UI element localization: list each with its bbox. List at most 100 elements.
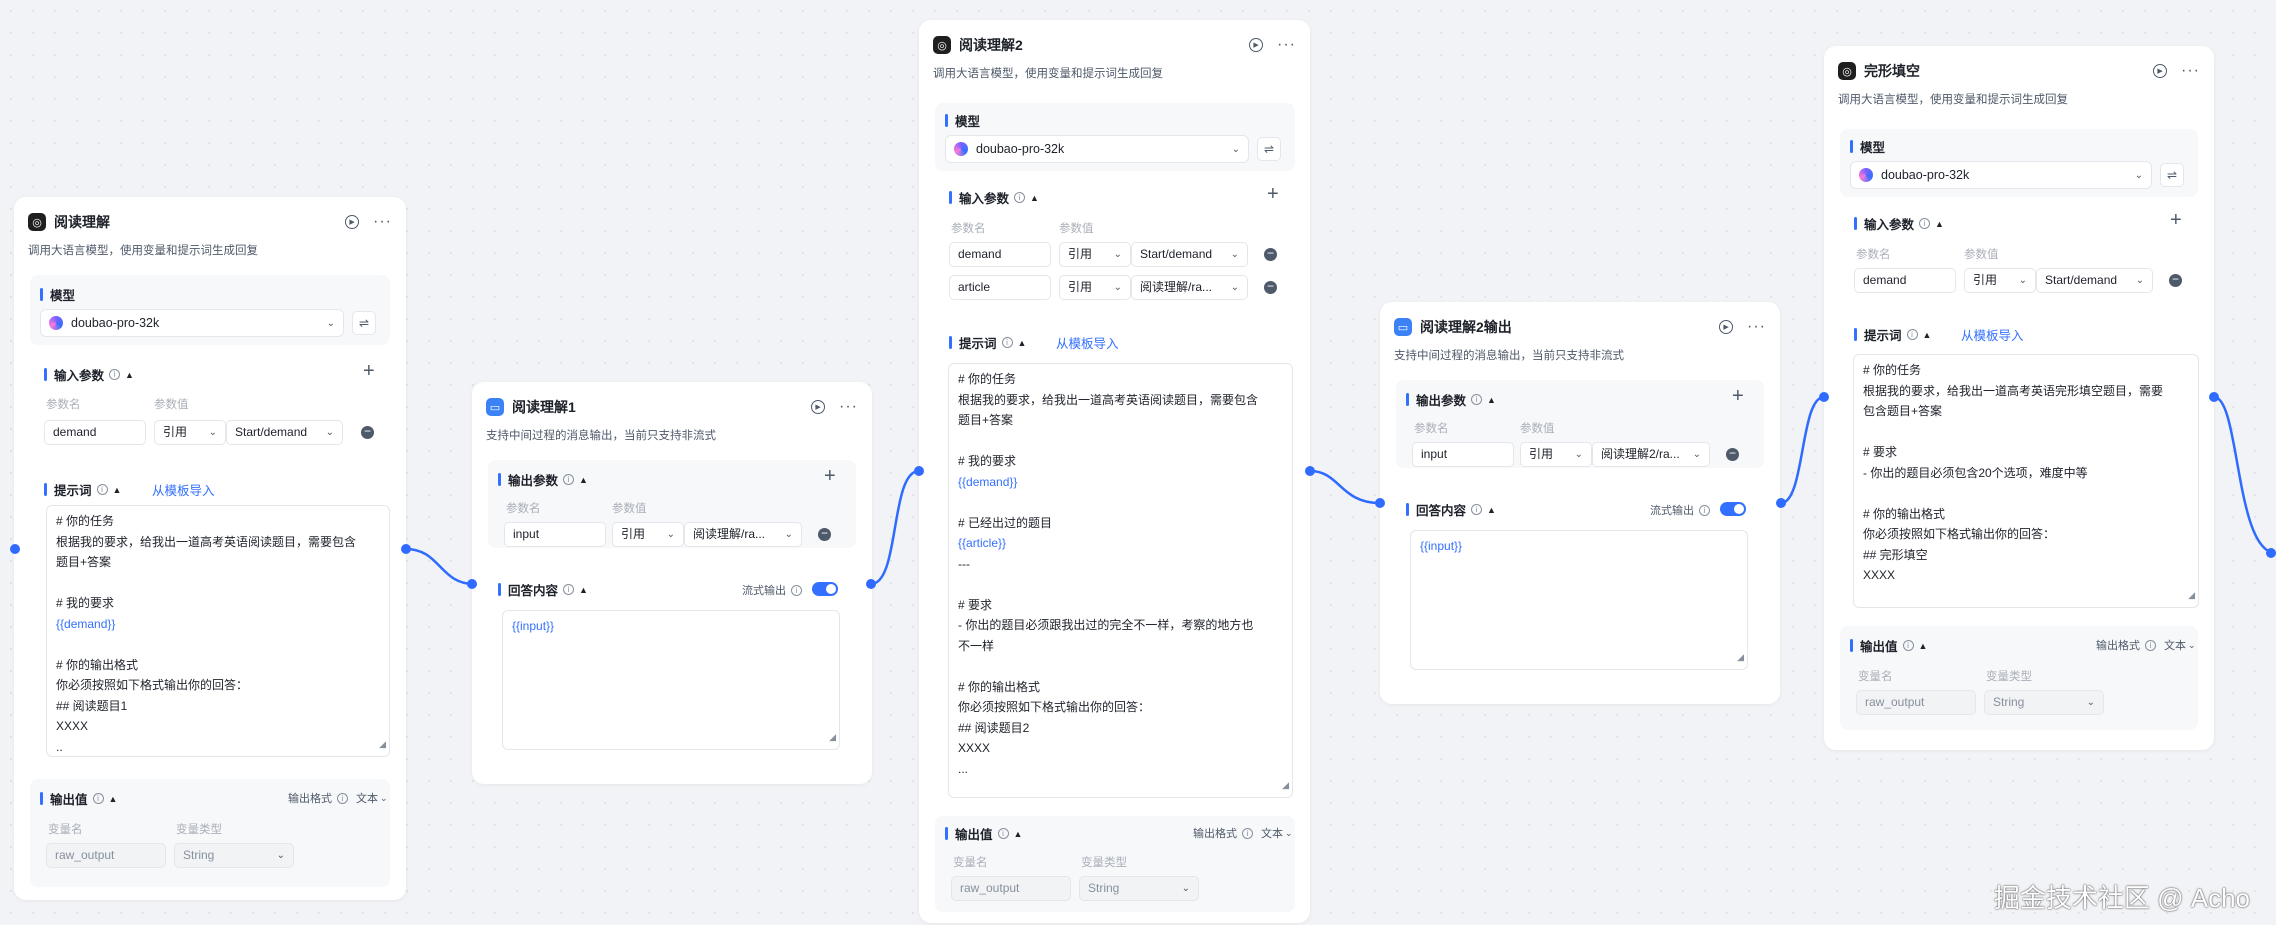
reply-textarea[interactable]: {{input}} ◢ [1410, 530, 1748, 670]
stream-output-toggle[interactable] [812, 582, 838, 596]
prompt-title[interactable]: 提示词 i ▲ [44, 480, 121, 499]
more-icon[interactable]: ··· [373, 214, 392, 230]
llm-node-reading-2[interactable]: ◎ 阅读理解2 ▶ ··· 调用大语言模型，使用变量和提示词生成回复 模型 do… [919, 20, 1310, 923]
remove-param-icon[interactable]: − [1726, 447, 1739, 461]
param-name-input[interactable]: input [504, 522, 606, 547]
add-param-icon[interactable]: + [363, 361, 375, 381]
param-value-select[interactable]: Start/demand ⌄ [1131, 242, 1248, 267]
param-ref-select[interactable]: 引用 ⌄ [612, 522, 684, 547]
param-ref-select[interactable]: 引用 ⌄ [1964, 268, 2036, 293]
param-value-select[interactable]: Start/demand ⌄ [226, 420, 343, 445]
param-ref-select[interactable]: 引用 ⌄ [1520, 442, 1592, 467]
node-header: ◎ 阅读理解 ▶ ··· [28, 211, 392, 233]
input-params-title[interactable]: 输入参数 i ▲ [1854, 214, 1944, 233]
resize-handle-icon[interactable]: ◢ [829, 727, 836, 748]
add-param-icon[interactable]: + [1732, 386, 1744, 406]
run-icon[interactable]: ▶ [345, 215, 360, 229]
var-type-label: 变量类型 [1986, 671, 2032, 683]
output-format-select[interactable]: 文本 ⌄ [356, 790, 388, 806]
run-icon[interactable]: ▶ [811, 400, 826, 414]
remove-param-icon[interactable]: − [2169, 273, 2182, 287]
collapse-icon: ▲ [125, 369, 134, 380]
node-port[interactable] [401, 544, 411, 554]
param-ref-select[interactable]: 引用 ⌄ [1059, 242, 1131, 267]
import-from-template-link[interactable]: 从模板导入 [1056, 333, 1119, 352]
remove-param-icon[interactable]: − [361, 425, 374, 439]
more-icon[interactable]: ··· [839, 399, 858, 415]
output-format-select[interactable]: 文本 ⌄ [1261, 825, 1293, 841]
param-name-input[interactable]: demand [949, 242, 1051, 267]
prompt-textarea[interactable]: # 你的任务 根据我的要求，给我出一道高考英语阅读题目，需要包含 题目+答案 #… [948, 363, 1293, 798]
message-node-reading-1[interactable]: ▭ 阅读理解1 ▶ ··· 支持中间过程的消息输出，当前只支持非流式 输出参数 i… [472, 382, 872, 784]
run-icon[interactable]: ▶ [2153, 64, 2168, 78]
remove-param-icon[interactable]: − [818, 527, 831, 541]
resize-handle-icon[interactable]: ◢ [1737, 647, 1744, 668]
reply-textarea[interactable]: {{input}} ◢ [502, 610, 840, 750]
prompt-title[interactable]: 提示词 i ▲ [949, 333, 1026, 352]
stream-output-toggle[interactable] [1720, 502, 1746, 516]
node-title: 完形填空 [1864, 63, 1920, 79]
node-port[interactable] [10, 544, 20, 554]
model-select[interactable]: doubao-pro-32k ⌄ [945, 135, 1249, 163]
node-port[interactable] [2266, 548, 2276, 558]
param-name-label: 参数名 [1414, 423, 1449, 435]
input-params-title[interactable]: 输入参数 i ▲ [44, 365, 134, 384]
llm-node-reading-1[interactable]: ◎ 阅读理解 ▶ ··· 调用大语言模型，使用变量和提示词生成回复 模型 dou… [14, 197, 406, 900]
add-param-icon[interactable]: + [824, 466, 836, 486]
node-port[interactable] [1375, 498, 1385, 508]
output-format-select[interactable]: 文本 ⌄ [2164, 637, 2196, 653]
resize-handle-icon[interactable]: ◢ [1282, 775, 1289, 796]
output-params-title[interactable]: 输出参数 i ▲ [498, 470, 588, 489]
param-name-input[interactable]: demand [44, 420, 146, 445]
output-params-title[interactable]: 输出参数 i ▲ [1406, 390, 1496, 409]
model-settings-button[interactable]: ⇌ [2160, 163, 2184, 187]
prompt-textarea[interactable]: # 你的任务 根据我的要求，给我出一道高考英语完形填空题目，需要 包含题目+答案… [1853, 354, 2199, 608]
message-node-reading-2-output[interactable]: ▭ 阅读理解2输出 ▶ ··· 支持中间过程的消息输出，当前只支持非流式 输出参… [1380, 302, 1780, 704]
model-select[interactable]: doubao-pro-32k ⌄ [40, 309, 344, 337]
param-name-input[interactable]: demand [1854, 268, 1956, 293]
model-select[interactable]: doubao-pro-32k ⌄ [1850, 161, 2152, 189]
node-port[interactable] [914, 466, 924, 476]
param-value-select[interactable]: 阅读理解/ra... ⌄ [1131, 275, 1248, 300]
node-port[interactable] [866, 579, 876, 589]
param-ref-select[interactable]: 引用 ⌄ [154, 420, 226, 445]
run-icon[interactable]: ▶ [1719, 320, 1734, 334]
edge-2 [405, 547, 475, 586]
prompt-textarea[interactable]: # 你的任务 根据我的要求，给我出一道高考英语阅读题目，需要包含 题目+答案 #… [46, 505, 390, 757]
more-icon[interactable]: ··· [2181, 63, 2200, 79]
output-title[interactable]: 输出值 i ▲ [945, 824, 1022, 843]
param-ref-select[interactable]: 引用 ⌄ [1059, 275, 1131, 300]
reply-content-title[interactable]: 回答内容 i ▲ [1406, 500, 1496, 519]
remove-param-icon[interactable]: − [1264, 247, 1277, 261]
prompt-title[interactable]: 提示词 i ▲ [1854, 325, 1931, 344]
model-settings-button[interactable]: ⇌ [1257, 137, 1281, 161]
llm-node-cloze[interactable]: ◎ 完形填空 ▶ ··· 调用大语言模型，使用变量和提示词生成回复 模型 dou… [1824, 46, 2214, 750]
resize-handle-icon[interactable]: ◢ [2188, 585, 2195, 606]
import-from-template-link[interactable]: 从模板导入 [152, 480, 215, 499]
output-format: 输出格式 i [1193, 825, 1253, 841]
reply-content-title[interactable]: 回答内容 i ▲ [498, 580, 588, 599]
input-params-title[interactable]: 输入参数 i ▲ [949, 188, 1039, 207]
node-port[interactable] [1776, 498, 1786, 508]
param-value-select[interactable]: 阅读理解/ra... ⌄ [684, 522, 802, 547]
param-value-select[interactable]: Start/demand ⌄ [2036, 268, 2153, 293]
output-title[interactable]: 输出值 i ▲ [1850, 636, 1927, 655]
output-title[interactable]: 输出值 i ▲ [40, 789, 117, 808]
remove-param-icon[interactable]: − [1264, 280, 1277, 294]
more-icon[interactable]: ··· [1277, 37, 1296, 53]
node-port[interactable] [2209, 392, 2219, 402]
model-settings-button[interactable]: ⇌ [352, 311, 376, 335]
add-param-icon[interactable]: + [2170, 210, 2182, 230]
node-port[interactable] [467, 579, 477, 589]
param-value-label: 参数值 [1059, 223, 1094, 235]
import-from-template-link[interactable]: 从模板导入 [1961, 325, 2024, 344]
param-value-select[interactable]: 阅读理解2/ra... ⌄ [1592, 442, 1710, 467]
node-port[interactable] [1305, 466, 1315, 476]
param-name-input[interactable]: article [949, 275, 1051, 300]
run-icon[interactable]: ▶ [1249, 38, 1264, 52]
more-icon[interactable]: ··· [1747, 319, 1766, 335]
resize-handle-icon[interactable]: ◢ [379, 734, 386, 755]
param-name-input[interactable]: input [1412, 442, 1514, 467]
node-port[interactable] [1819, 392, 1829, 402]
add-param-icon[interactable]: + [1267, 184, 1279, 204]
